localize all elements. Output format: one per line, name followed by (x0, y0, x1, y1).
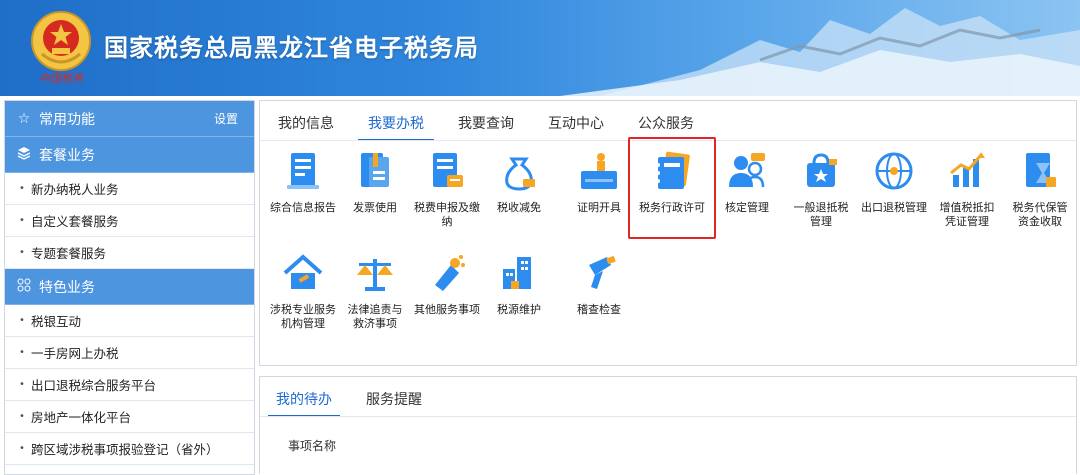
star-icon: ☆ (17, 110, 31, 127)
tab-do-tax[interactable]: 我要办税 (358, 109, 434, 141)
tile-other-services[interactable]: 其他服务事项 (412, 251, 482, 317)
tile-info-report[interactable]: 综合信息报告 (268, 149, 338, 215)
sidebar-section-label: 常用功能 (39, 111, 95, 128)
house-tools-icon (283, 254, 323, 289)
sidebar-item-export-rebate[interactable]: • 出口退税综合服务平台 (5, 369, 254, 401)
bag-star-icon (807, 153, 837, 187)
tile-export-rebate[interactable]: 出口退税管理 (859, 149, 929, 215)
tile-declaration[interactable]: 税费申报及缴纳 (412, 149, 482, 229)
todo-panel: 我的待办 服务提醒 事项名称 (259, 376, 1077, 474)
tile-general-refund[interactable]: 一般退抵税 管理 (786, 149, 856, 229)
tab-my-info[interactable]: 我的信息 (268, 109, 344, 139)
tab-query[interactable]: 我要查询 (448, 109, 524, 139)
site-title: 国家税务总局黑龙江省电子税务局 (104, 34, 479, 62)
tile-vat-deduction[interactable]: 增值税抵扣 凭证管理 (932, 149, 1002, 229)
tile-tax-relief[interactable]: 税收减免 (484, 149, 554, 215)
layers-icon (15, 146, 33, 164)
tax-emblem-icon (31, 11, 91, 71)
sidebar-item-cross-region[interactable]: • 跨区域涉税事项报验登记（省外） (5, 433, 254, 465)
globe-icon (875, 152, 913, 190)
tile-tax-source[interactable]: 税源维护 (484, 251, 554, 317)
sidebar-section-package[interactable]: 套餐业务 (5, 137, 254, 173)
sidebar-item-real-estate[interactable]: • 房地产一体化平台 (5, 401, 254, 433)
tile-invoice[interactable]: 发票使用 (340, 149, 410, 215)
sidebar-section-featured[interactable]: 特色业务 (5, 269, 254, 305)
tile-verification[interactable]: 核定管理 (712, 149, 782, 215)
sidebar: ☆ 常用功能 设置 套餐业务 • 新办纳税人业务 • 自定义套餐服务 • 专题套餐服务… (4, 100, 255, 475)
declaration-icon (433, 153, 463, 187)
grid-icon (15, 278, 33, 296)
spray-icon (435, 255, 465, 291)
report-icon (287, 153, 319, 189)
sidebar-section-common[interactable]: ☆ 常用功能 设置 (5, 101, 254, 137)
sidebar-item-new-house[interactable]: • 一手房网上办税 (5, 337, 254, 369)
users-icon (729, 153, 765, 188)
tab-interaction[interactable]: 互动中心 (538, 109, 614, 139)
money-bag-icon (505, 157, 535, 191)
sidebar-item-bank-tax[interactable]: • 税银互动 (5, 305, 254, 337)
certificate-icon (581, 153, 617, 189)
brush-icon (589, 255, 616, 289)
scales-icon (357, 259, 393, 291)
site-banner: 中国税务 国家税务总局黑龙江省电子税务局 (0, 0, 1080, 96)
tile-professional-service[interactable]: 涉税专业服务 机构管理 (268, 251, 338, 331)
main-panel: 我的信息 我要办税 我要查询 互动中心 公众服务 综合信息报告 发票使用 税费申… (259, 100, 1077, 366)
sidebar-section-label: 套餐业务 (39, 147, 95, 164)
todo-divider (260, 416, 1076, 417)
tile-inspection[interactable]: 稽查检查 (564, 251, 634, 317)
todo-tabs: 我的待办 服务提醒 (268, 385, 448, 417)
hourglass-icon (1026, 153, 1056, 187)
sidebar-item-custom-package[interactable]: • 自定义套餐服务 (5, 205, 254, 237)
tab-public-service[interactable]: 公众服务 (628, 109, 704, 139)
tile-certificate[interactable]: 证明开具 (564, 149, 634, 215)
tile-legal-remedy[interactable]: 法律追责与 救济事项 (340, 251, 410, 331)
sidebar-item-topic-package[interactable]: • 专题套餐服务 (5, 237, 254, 269)
sidebar-section-label: 特色业务 (39, 279, 95, 296)
tab-service-reminder[interactable]: 服务提醒 (358, 385, 430, 415)
chart-up-icon (950, 152, 985, 187)
tab-my-todo[interactable]: 我的待办 (268, 385, 340, 417)
column-header-item-name: 事项名称 (288, 439, 337, 453)
invoice-icon (361, 153, 389, 187)
highlight-box (628, 137, 716, 239)
emblem-caption: 中国税务 (39, 72, 83, 85)
sidebar-item-new-taxpayer[interactable]: • 新办纳税人业务 (5, 173, 254, 205)
buildings-icon (503, 257, 531, 289)
settings-link[interactable]: 设置 (214, 110, 238, 127)
tile-custody-funds[interactable]: 税务代保管 资金收取 (1005, 149, 1075, 229)
